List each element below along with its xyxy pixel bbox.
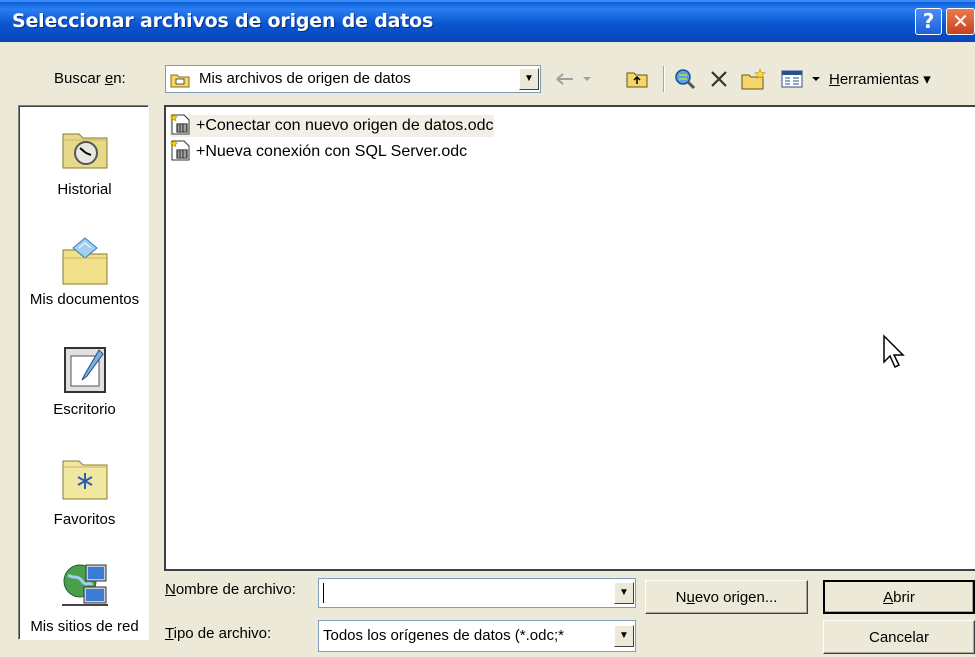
delete-icon[interactable] xyxy=(706,65,732,93)
cancel-button[interactable]: Cancelar xyxy=(823,620,975,654)
list-item[interactable]: +Conectar con nuevo origen de datos.odc xyxy=(169,113,494,139)
toolbar-separator xyxy=(663,66,665,92)
text-caret xyxy=(323,583,324,603)
favorites-icon xyxy=(59,460,111,507)
filename-input[interactable]: ▼ xyxy=(318,578,636,608)
odc-file-icon xyxy=(169,113,192,139)
open-button[interactable]: Abrir xyxy=(823,580,975,614)
back-icon[interactable] xyxy=(552,65,594,93)
my-documents-icon xyxy=(59,237,111,292)
filename-label: Nombre de archivo: xyxy=(165,581,296,598)
place-desktop-label: Escritorio xyxy=(53,401,116,418)
help-button[interactable]: ? xyxy=(915,8,942,35)
title-bar[interactable]: Seleccionar archivos de origen de datos … xyxy=(0,0,975,42)
look-in-label: Buscar en: xyxy=(54,70,126,87)
place-my-documents[interactable] xyxy=(19,234,150,292)
place-desktop[interactable] xyxy=(19,344,150,402)
filetype-select[interactable]: Todos los orígenes de datos (*.odc;* ▼ xyxy=(318,620,636,652)
history-icon xyxy=(59,133,111,176)
network-places-icon xyxy=(58,564,112,617)
file-name: +Conectar con nuevo origen de datos.odc xyxy=(196,117,494,134)
place-favorites[interactable] xyxy=(19,451,150,507)
window-title: Seleccionar archivos de origen de datos xyxy=(12,10,434,32)
place-history-label: Historial xyxy=(57,181,112,198)
close-button[interactable]: ✕ xyxy=(946,8,975,35)
look-in-value: Mis archivos de origen de datos xyxy=(199,70,411,87)
views-icon[interactable] xyxy=(780,65,824,93)
look-in-combo[interactable]: Mis archivos de origen de datos ▼ xyxy=(165,65,541,93)
place-network[interactable] xyxy=(19,561,150,617)
file-list[interactable]: +Conectar con nuevo origen de datos.odc … xyxy=(164,105,975,571)
search-web-icon[interactable] xyxy=(670,65,700,93)
file-name: +Nueva conexión con SQL Server.odc xyxy=(196,143,468,160)
filename-dropdown-arrow[interactable]: ▼ xyxy=(614,582,634,604)
list-item[interactable]: +Nueva conexión con SQL Server.odc xyxy=(169,139,468,165)
mouse-cursor-icon xyxy=(882,334,906,374)
odc-file-icon xyxy=(169,139,192,165)
new-source-button[interactable]: Nu evo origen... xyxy=(645,580,808,614)
desktop-icon xyxy=(59,347,111,402)
places-bar: Historial Mis documentos Escritorio Favo… xyxy=(18,105,149,640)
filetype-label: Tipo de archivo: xyxy=(165,625,272,642)
place-favorites-label: Favoritos xyxy=(53,511,116,528)
filetype-dropdown-arrow[interactable]: ▼ xyxy=(614,625,634,647)
place-my-documents-label: Mis documentos xyxy=(29,291,140,308)
place-network-label: Mis sitios de red xyxy=(30,618,139,635)
tools-menu[interactable]: Herramientas ▾ xyxy=(829,70,931,88)
up-folder-icon[interactable] xyxy=(622,65,652,93)
look-in-dropdown-arrow[interactable]: ▼ xyxy=(519,68,539,90)
filetype-value: Todos los orígenes de datos (*.odc;* xyxy=(323,627,564,644)
folder-icon xyxy=(170,72,190,92)
new-folder-icon[interactable] xyxy=(739,65,769,93)
place-history[interactable] xyxy=(19,126,150,176)
